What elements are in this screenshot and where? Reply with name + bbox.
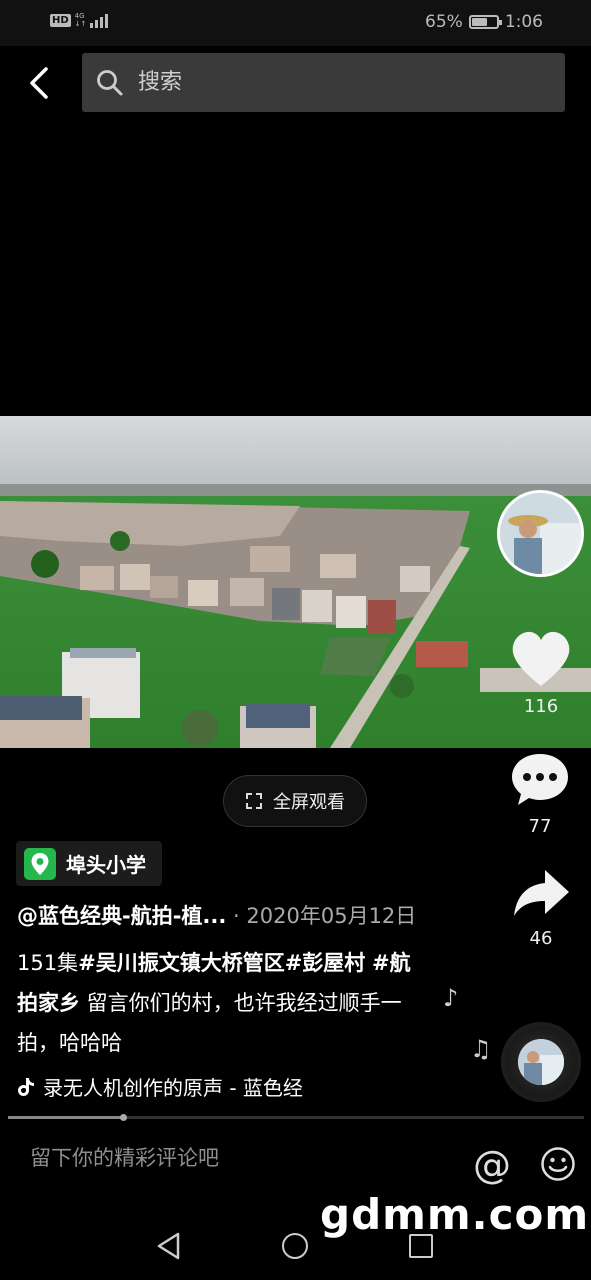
- location-tag[interactable]: 埠头小学: [16, 841, 162, 886]
- playback-progress[interactable]: [8, 1114, 584, 1121]
- share-button[interactable]: 46: [506, 868, 576, 949]
- hashtag-link[interactable]: #彭屋村: [285, 951, 366, 975]
- heart-icon: [512, 631, 570, 686]
- tiktok-note-icon: [18, 1077, 34, 1096]
- search-bar[interactable]: [82, 53, 565, 112]
- battery-percent: 65%: [425, 12, 463, 32]
- search-input[interactable]: [136, 69, 516, 96]
- network-type: 4G ↓↑: [74, 12, 87, 28]
- fullscreen-label: 全屏观看: [273, 792, 345, 813]
- battery-fill: [471, 18, 488, 26]
- location-name: 埠头小学: [66, 853, 146, 877]
- progress-knob[interactable]: [120, 1114, 128, 1121]
- floating-note-icon: ♫: [470, 1035, 492, 1063]
- video-frame-image: [0, 416, 591, 748]
- episode-text: 151集: [17, 951, 79, 975]
- status-left: HD 4G ↓↑: [50, 12, 109, 28]
- music-marquee[interactable]: 录无人机创作的原声 - 蓝色经: [17, 1072, 317, 1101]
- share-count: 46: [529, 928, 553, 949]
- chevron-left-icon: [30, 67, 48, 99]
- back-button[interactable]: [18, 60, 60, 106]
- progress-fill: [8, 1116, 124, 1119]
- comment-input[interactable]: [28, 1145, 428, 1171]
- like-button[interactable]: 116: [506, 630, 576, 717]
- music-disc[interactable]: [501, 1022, 581, 1102]
- video-detail-screen: HD 4G ↓↑ 65% 1:06 搜索 116 77 46 全屏观看 埠头小学…: [0, 0, 591, 1280]
- music-cover: [518, 1039, 564, 1085]
- location-pin-icon: [24, 847, 56, 880]
- search-icon: [97, 69, 123, 95]
- battery-icon: [468, 15, 502, 29]
- signal-icon: [90, 12, 109, 28]
- status-right: 65% 1:06: [425, 12, 543, 32]
- music-title: 录无人机创作的原声 - 蓝色经: [43, 1076, 303, 1100]
- comment-button[interactable]: 77: [505, 752, 575, 837]
- status-bar: HD 4G ↓↑ 65% 1:06: [0, 0, 591, 46]
- watermark: gdmm.com: [320, 1190, 590, 1239]
- clock: 1:06: [504, 12, 543, 32]
- avatar-image: [500, 493, 581, 574]
- author-line: @蓝色经典-航拍-植... · 2020年05月12日: [17, 900, 416, 930]
- floating-note-icon: ♪: [443, 984, 459, 1012]
- at-icon[interactable]: @: [473, 1144, 511, 1186]
- comment-bubble-icon: [512, 754, 568, 805]
- share-arrow-icon: [514, 870, 569, 916]
- hashtag-link[interactable]: #吴川振文镇大桥管区: [78, 951, 285, 975]
- author-name[interactable]: @蓝色经典-航拍-植...: [17, 904, 226, 928]
- video-player[interactable]: [0, 416, 591, 748]
- comment-count: 77: [528, 816, 552, 837]
- post-description: 151集#吴川振文镇大桥管区#彭屋村 #航拍家乡 留言你们的村，也许我经过顺手一…: [17, 943, 427, 1063]
- like-count: 116: [523, 696, 559, 717]
- fullscreen-icon: [246, 793, 262, 809]
- nav-home-icon[interactable]: [282, 1233, 308, 1259]
- hd-badge: HD: [50, 13, 71, 27]
- smiley-icon[interactable]: [540, 1146, 576, 1182]
- nav-back-icon[interactable]: [156, 1232, 182, 1260]
- network-label: 4G: [74, 12, 85, 20]
- fullscreen-button[interactable]: 全屏观看: [223, 775, 367, 827]
- post-date: · 2020年05月12日: [226, 904, 417, 928]
- nav-recents-icon[interactable]: [409, 1234, 433, 1258]
- author-avatar[interactable]: [497, 490, 584, 577]
